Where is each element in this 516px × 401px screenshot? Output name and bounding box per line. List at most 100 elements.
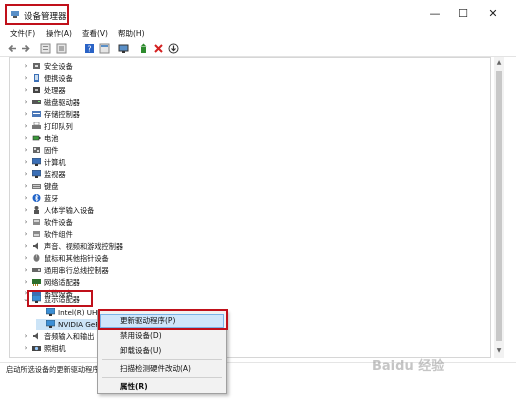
chevron-right-icon[interactable]: ›: [22, 134, 30, 142]
title-highlight-box: [5, 4, 69, 25]
tree-item-label: 蓝牙: [44, 194, 59, 203]
maximize-button[interactable]: ☐: [453, 7, 473, 21]
chevron-right-icon[interactable]: ›: [22, 182, 30, 190]
close-button[interactable]: ✕: [483, 7, 503, 21]
menu-action[interactable]: 操作(A): [46, 28, 72, 40]
printer-icon: [32, 122, 41, 129]
chevron-right-icon[interactable]: ›: [22, 194, 30, 202]
menu-separator: [102, 359, 222, 360]
menu-disable-device[interactable]: 禁用设备(D): [120, 330, 162, 341]
storage-controller-icon: [32, 111, 41, 117]
network-adapter-icon: [32, 279, 41, 286]
camera-icon: [32, 346, 41, 351]
tree-item-label: 磁盘驱动器: [44, 98, 80, 107]
software-component-icon: [33, 231, 40, 237]
chevron-right-icon[interactable]: ›: [22, 230, 30, 238]
tree-item-label: 声音、视频和游戏控制器: [44, 242, 124, 251]
display-adapter-icon: [46, 308, 55, 316]
scan-download-icon[interactable]: [168, 43, 179, 54]
display-adapter-icon: [46, 320, 55, 328]
tree-item-label: 软件设备: [44, 218, 73, 227]
chevron-right-icon[interactable]: ›: [22, 170, 30, 178]
tree-item-label: 人体学输入设备: [44, 206, 95, 215]
properties-icon[interactable]: [40, 43, 51, 54]
menu-file[interactable]: 文件(F): [10, 28, 35, 40]
uninstall-icon[interactable]: [153, 43, 164, 54]
tree-item-label: 存储控制器: [44, 110, 80, 119]
chevron-right-icon[interactable]: ›: [22, 242, 30, 250]
title-bar: 设备管理器 — ☐ ✕: [0, 0, 516, 28]
chevron-right-icon[interactable]: ›: [22, 344, 30, 352]
firmware-icon: [33, 147, 40, 153]
hid-icon: [34, 206, 39, 214]
update-driver-highlight-box: [98, 309, 228, 330]
monitor-icon: [32, 170, 41, 178]
software-device-icon: [33, 219, 40, 225]
tree-item-label: 软件组件: [44, 230, 73, 239]
portable-device-icon: [34, 74, 39, 82]
forward-arrow-icon[interactable]: [20, 43, 31, 54]
toolbar: ?: [0, 41, 516, 57]
usb-icon: [32, 268, 41, 272]
mouse-icon: [33, 254, 40, 262]
keyboard-icon: [32, 184, 41, 189]
chevron-right-icon[interactable]: ›: [22, 98, 30, 106]
tree-item-label: 鼠标和其他指针设备: [44, 254, 109, 263]
help-icon[interactable]: ?: [84, 43, 95, 54]
display-adapter-highlight-box: [27, 290, 93, 307]
menu-bar: 文件(F) 操作(A) 查看(V) 帮助(H): [0, 28, 516, 40]
svg-text:?: ?: [87, 45, 91, 54]
device-manager-window: 设备管理器 — ☐ ✕ 文件(F) 操作(A) 查看(V) 帮助(H) ? ▲ …: [0, 0, 516, 401]
tree-item-label: 照相机: [44, 344, 66, 353]
tree-item-label: 网络适配器: [44, 278, 80, 287]
security-device-icon: [33, 63, 40, 69]
scroll-thumb[interactable]: [496, 71, 502, 341]
speaker-icon: [33, 242, 38, 250]
tree-item-label: 电池: [44, 134, 59, 143]
scroll-down-arrow-icon[interactable]: ▼: [496, 348, 502, 354]
chevron-right-icon[interactable]: ›: [22, 266, 30, 274]
chevron-right-icon[interactable]: ›: [22, 218, 30, 226]
tree-item-label: 通用串行总线控制器: [44, 266, 109, 275]
chevron-right-icon[interactable]: ›: [22, 146, 30, 154]
tree-item-label: 固件: [44, 146, 59, 155]
tree-item-label: 便携设备: [44, 74, 73, 83]
menu-scan-hardware[interactable]: 扫描检测硬件改动(A): [120, 363, 191, 374]
vertical-scrollbar[interactable]: ▲ ▼: [494, 57, 504, 358]
tree-item-label: 打印队列: [44, 122, 73, 131]
processor-icon: [33, 87, 40, 93]
speaker-icon: [33, 332, 38, 340]
tree-item-label: 音频输入和输出: [44, 332, 95, 341]
back-arrow-icon[interactable]: [7, 43, 18, 54]
chevron-right-icon[interactable]: ›: [22, 254, 30, 262]
menu-view[interactable]: 查看(V): [82, 28, 108, 40]
chevron-right-icon[interactable]: ›: [22, 122, 30, 130]
menu-properties[interactable]: 属性(R): [120, 381, 148, 392]
tree-item-label: 键盘: [44, 182, 59, 191]
tree-item-label: 安全设备: [44, 62, 73, 71]
computer-icon: [32, 158, 41, 166]
chevron-right-icon[interactable]: ›: [22, 110, 30, 118]
update-driver-icon[interactable]: [139, 43, 150, 54]
watermark: Baidu 经验: [372, 359, 445, 374]
chevron-right-icon[interactable]: ›: [22, 206, 30, 214]
bluetooth-icon: [32, 194, 41, 202]
tree-item-nvidia-selected[interactable]: NVIDIA GeForce: [36, 319, 115, 330]
chevron-right-icon[interactable]: ›: [22, 332, 30, 340]
tree-item-label: 计算机: [44, 158, 66, 167]
view-icon[interactable]: [99, 43, 110, 54]
chevron-right-icon[interactable]: ›: [22, 86, 30, 94]
chevron-right-icon[interactable]: ›: [22, 74, 30, 82]
minimize-button[interactable]: —: [425, 7, 445, 21]
battery-icon: [32, 135, 41, 141]
chevron-right-icon[interactable]: ›: [22, 278, 30, 286]
scroll-up-arrow-icon[interactable]: ▲: [496, 60, 502, 66]
show-hide-icon[interactable]: [56, 43, 67, 54]
chevron-right-icon[interactable]: ›: [22, 62, 30, 70]
menu-uninstall-device[interactable]: 卸载设备(U): [120, 345, 161, 356]
monitor-icon[interactable]: [118, 43, 129, 54]
disk-drive-icon: [32, 100, 41, 104]
chevron-right-icon[interactable]: ›: [22, 158, 30, 166]
menu-help[interactable]: 帮助(H): [118, 28, 145, 40]
tree-item-label: 处理器: [44, 86, 66, 95]
